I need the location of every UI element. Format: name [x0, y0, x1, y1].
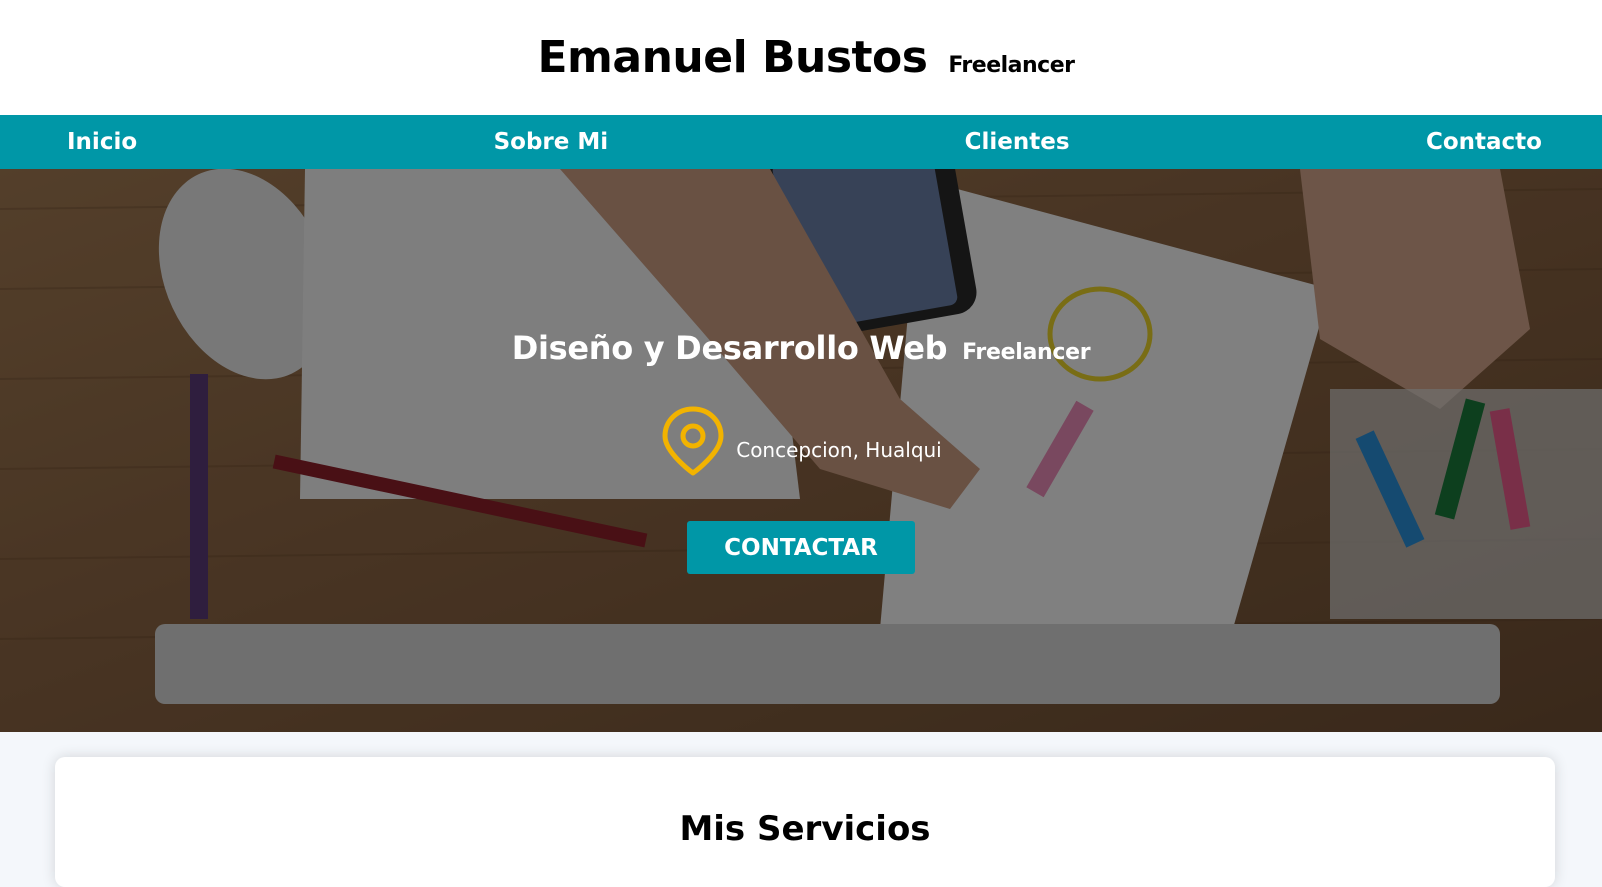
hero-title-sub: Freelancer: [962, 340, 1091, 365]
site-title: Emanuel Bustos Freelancer: [527, 32, 1075, 83]
services-title: Mis Servicios: [679, 809, 931, 849]
nav-item-clientes[interactable]: Clientes: [965, 129, 1070, 155]
hero-title: Diseño y Desarrollo Web Freelancer: [0, 329, 1602, 367]
hero-section: Diseño y Desarrollo Web Freelancer Conce…: [0, 169, 1602, 732]
hero-title-main: Diseño y Desarrollo Web: [511, 329, 948, 367]
contact-button[interactable]: CONTACTAR: [687, 521, 915, 574]
site-tagline: Freelancer: [948, 53, 1075, 78]
hero-content: Diseño y Desarrollo Web Freelancer Conce…: [0, 329, 1602, 574]
map-pin-icon: [662, 406, 724, 476]
services-card: Mis Servicios: [55, 757, 1555, 887]
location: Concepcion, Hualqui: [660, 405, 942, 477]
site-name: Emanuel Bustos: [537, 32, 928, 83]
nav-item-inicio[interactable]: Inicio: [67, 129, 137, 155]
main-nav: Inicio Sobre Mi Clientes Contacto: [0, 115, 1602, 169]
location-text: Concepcion, Hualqui: [736, 438, 942, 462]
nav-item-contacto[interactable]: Contacto: [1426, 129, 1542, 155]
site-header: Emanuel Bustos Freelancer: [0, 0, 1602, 115]
nav-item-sobre-mi[interactable]: Sobre Mi: [494, 129, 609, 155]
